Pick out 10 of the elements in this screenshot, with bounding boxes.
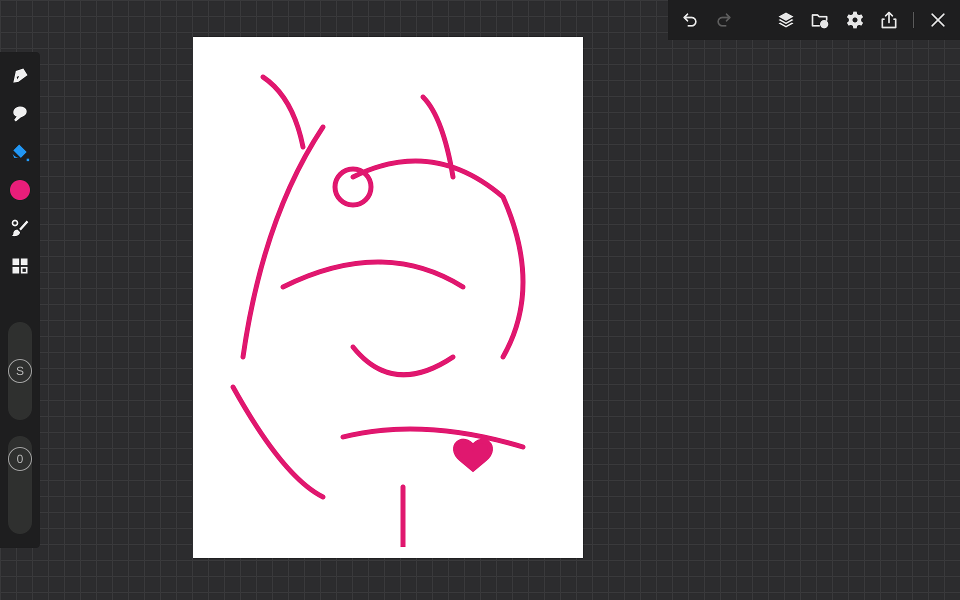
fill-bucket-icon (10, 142, 30, 162)
layers-icon (776, 10, 796, 30)
settings-icon (844, 10, 865, 30)
share-icon (878, 10, 899, 30)
grid-icon (10, 256, 30, 276)
slider-track[interactable]: 0 (8, 436, 32, 534)
slider-thumb[interactable]: S (8, 359, 32, 383)
slider-track[interactable]: S (8, 322, 32, 420)
slider-thumb[interactable]: 0 (8, 447, 32, 472)
brush-icon (10, 218, 30, 238)
